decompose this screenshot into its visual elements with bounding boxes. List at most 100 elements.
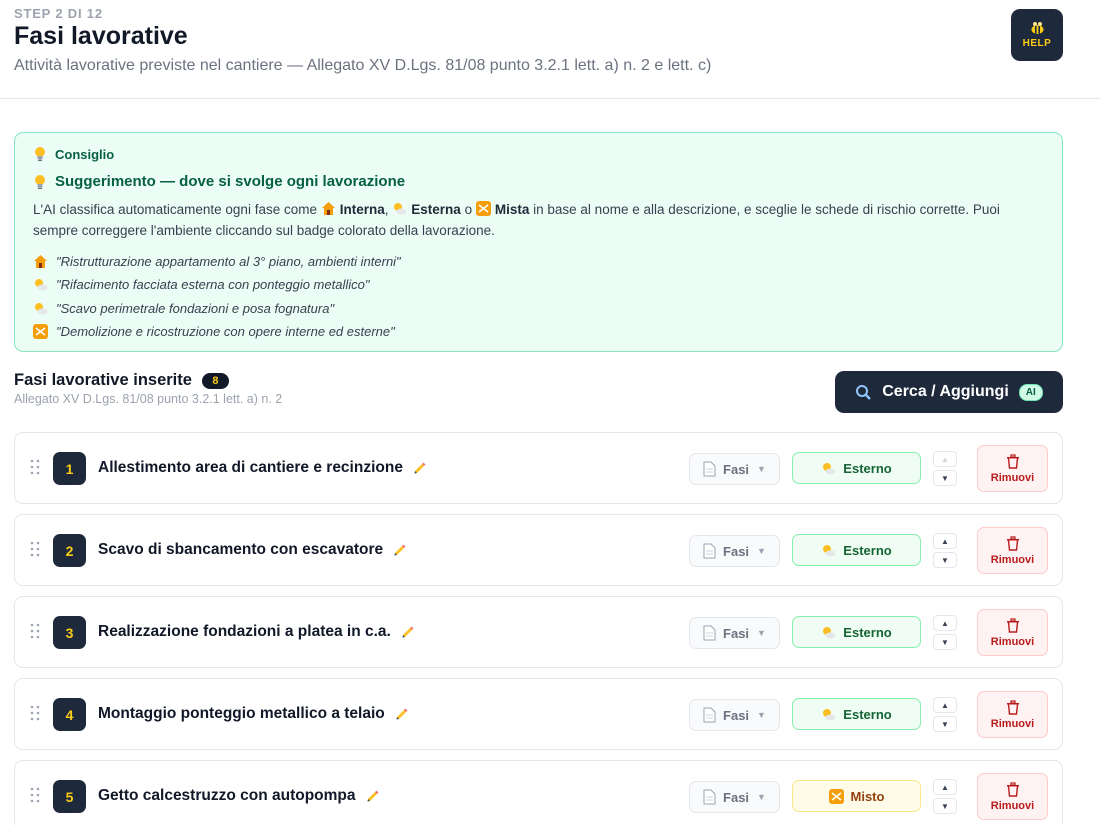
caret-down-icon: ▼ bbox=[757, 546, 766, 556]
drag-handle-icon[interactable] bbox=[30, 541, 40, 557]
ai-badge: AI bbox=[1018, 383, 1043, 401]
shuffle-icon bbox=[828, 788, 844, 804]
drag-handle-icon[interactable] bbox=[30, 623, 40, 639]
remove-button[interactable]: Rimuovi bbox=[977, 773, 1048, 820]
caret-down-icon: ▼ bbox=[757, 710, 766, 720]
caret-down-icon: ▼ bbox=[757, 464, 766, 474]
fasi-label: Fasi bbox=[723, 789, 750, 805]
fasi-dropdown[interactable]: Fasi ▼ bbox=[689, 699, 780, 731]
move-down-button[interactable]: ▼ bbox=[933, 716, 957, 732]
fasi-dropdown[interactable]: Fasi ▼ bbox=[689, 781, 780, 813]
tip-body-prefix: L'AI classifica automaticamente ogni fas… bbox=[33, 202, 317, 217]
pencil-icon[interactable] bbox=[395, 707, 409, 721]
environment-label: Esterno bbox=[843, 542, 892, 558]
example-list: "Ristrutturazione appartamento al 3° pia… bbox=[33, 250, 401, 343]
remove-button[interactable]: Rimuovi bbox=[977, 445, 1048, 492]
interna-label: Interna bbox=[339, 202, 385, 217]
remove-button[interactable]: Rimuovi bbox=[977, 527, 1048, 574]
move-down-button[interactable]: ▼ bbox=[933, 798, 957, 814]
pencil-icon[interactable] bbox=[366, 789, 380, 803]
document-icon bbox=[703, 625, 716, 641]
mista-label: Mista bbox=[494, 202, 530, 217]
caret-down-icon: ▼ bbox=[757, 792, 766, 802]
fasi-dropdown[interactable]: Fasi ▼ bbox=[689, 453, 780, 485]
phase-name-label: Montaggio ponteggio metallico a telaio bbox=[98, 705, 385, 722]
remove-button[interactable]: Rimuovi bbox=[977, 691, 1048, 738]
drag-handle-icon[interactable] bbox=[30, 459, 40, 475]
sun-cloud-icon bbox=[35, 302, 48, 315]
fasi-dropdown[interactable]: Fasi ▼ bbox=[689, 617, 780, 649]
move-down-button[interactable]: ▼ bbox=[933, 470, 957, 486]
drag-handle-icon[interactable] bbox=[30, 787, 40, 803]
environment-badge[interactable]: Esterno bbox=[792, 698, 921, 730]
trash-icon bbox=[1006, 617, 1019, 633]
environment-badge[interactable]: Esterno bbox=[792, 534, 921, 566]
sun-cloud-icon bbox=[823, 626, 836, 638]
document-icon bbox=[703, 789, 716, 805]
environment-badge[interactable]: Esterno bbox=[792, 452, 921, 484]
tip-title: Suggerimento — dove si svolge ogni lavor… bbox=[33, 173, 405, 190]
phase-row: 4 Montaggio ponteggio metallico a telaio… bbox=[14, 678, 1063, 750]
phase-number: 2 bbox=[53, 534, 86, 567]
environment-label: Esterno bbox=[843, 706, 892, 722]
page-title: Fasi lavorative bbox=[14, 22, 188, 50]
pencil-icon[interactable] bbox=[401, 625, 415, 639]
section-title: Fasi lavorative inserite 8 bbox=[14, 371, 229, 390]
fasi-label: Fasi bbox=[723, 625, 750, 641]
phase-name: Realizzazione fondazioni a platea in c.a… bbox=[98, 623, 415, 641]
example-item: "Scavo perimetrale fondazioni e posa fog… bbox=[33, 297, 401, 320]
help-button[interactable]: HELP bbox=[1011, 9, 1063, 61]
sep2: o bbox=[464, 202, 473, 217]
move-down-button[interactable]: ▼ bbox=[933, 634, 957, 650]
move-down-button[interactable]: ▼ bbox=[933, 552, 957, 568]
phase-number: 1 bbox=[53, 452, 86, 485]
example-text: "Demolizione e ricostruzione con opere i… bbox=[56, 324, 395, 340]
move-up-button[interactable]: ▲ bbox=[933, 451, 957, 467]
page-subtitle: Attività lavorative previste nel cantier… bbox=[14, 57, 712, 74]
example-text: "Rifacimento facciata esterna con ponteg… bbox=[56, 277, 370, 293]
document-icon bbox=[703, 461, 716, 477]
environment-label: Esterno bbox=[843, 624, 892, 640]
phase-name-label: Allestimento area di cantiere e recinzio… bbox=[98, 459, 403, 476]
remove-button[interactable]: Rimuovi bbox=[977, 609, 1048, 656]
example-text: "Scavo perimetrale fondazioni e posa fog… bbox=[56, 300, 335, 316]
tip-head-label: Consiglio bbox=[55, 146, 115, 162]
phase-name-label: Scavo di sbancamento con escavatore bbox=[98, 541, 384, 558]
drag-handle-icon[interactable] bbox=[30, 705, 40, 721]
step-indicator: STEP 2 DI 12 bbox=[14, 6, 103, 21]
move-up-button[interactable]: ▲ bbox=[933, 697, 957, 713]
page-header: STEP 2 DI 12 Fasi lavorative Attività la… bbox=[0, 0, 1100, 99]
sun-cloud-icon bbox=[823, 544, 836, 556]
caret-down-icon: ▼ bbox=[757, 628, 766, 638]
move-up-button[interactable]: ▲ bbox=[933, 779, 957, 795]
remove-label: Rimuovi bbox=[990, 471, 1035, 484]
phase-name: Allestimento area di cantiere e recinzio… bbox=[98, 459, 427, 477]
move-up-button[interactable]: ▲ bbox=[933, 615, 957, 631]
tip-body: L'AI classifica automaticamente ogni fas… bbox=[33, 199, 1033, 241]
remove-label: Rimuovi bbox=[990, 635, 1035, 648]
phase-number: 5 bbox=[53, 780, 86, 813]
trash-icon bbox=[1006, 453, 1019, 469]
section-title-label: Fasi lavorative inserite bbox=[14, 371, 192, 389]
phase-row: 2 Scavo di sbancamento con escavatore Fa… bbox=[14, 514, 1063, 586]
pencil-icon[interactable] bbox=[393, 543, 407, 557]
environment-badge[interactable]: Misto bbox=[792, 780, 921, 812]
move-up-button[interactable]: ▲ bbox=[933, 533, 957, 549]
example-text: "Ristrutturazione appartamento al 3° pia… bbox=[56, 254, 401, 270]
fasi-label: Fasi bbox=[723, 461, 750, 477]
fasi-dropdown[interactable]: Fasi ▼ bbox=[689, 535, 780, 567]
phase-name-label: Realizzazione fondazioni a platea in c.a… bbox=[98, 623, 391, 640]
pencil-icon[interactable] bbox=[413, 461, 427, 475]
remove-label: Rimuovi bbox=[990, 553, 1035, 566]
trash-icon bbox=[1006, 699, 1019, 715]
fasi-label: Fasi bbox=[723, 707, 750, 723]
sun-cloud-icon bbox=[823, 708, 836, 720]
search-add-button[interactable]: Cerca / Aggiungi AI bbox=[835, 371, 1063, 413]
house-icon bbox=[34, 255, 47, 269]
phase-number: 3 bbox=[53, 616, 86, 649]
phase-row: 5 Getto calcestruzzo con autopompa Fasi … bbox=[14, 760, 1063, 825]
sun-cloud-icon bbox=[394, 203, 407, 215]
fasi-label: Fasi bbox=[723, 543, 750, 559]
example-item: "Demolizione e ricostruzione con opere i… bbox=[33, 320, 401, 343]
environment-badge[interactable]: Esterno bbox=[792, 616, 921, 648]
